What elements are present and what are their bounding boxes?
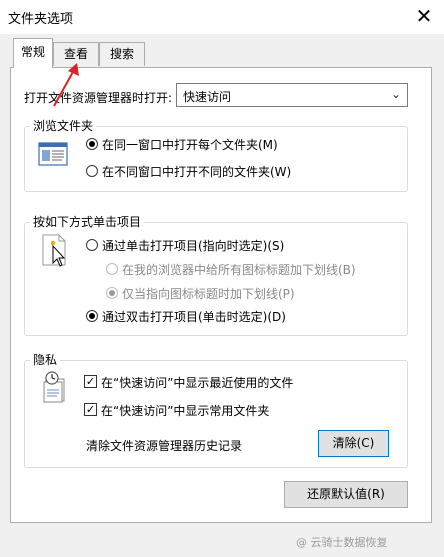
radio-single-click-label[interactable]: 通过单击打开项目(指向时选定)(S) (102, 237, 284, 254)
annotation-arrow-icon (53, 63, 79, 107)
radio-underline-all-label: 在我的浏览器中给所有图标标题加下划线(B) (122, 263, 356, 277)
radio-double-click[interactable] (86, 310, 98, 322)
open-explorer-label: 打开文件资源管理器时打开: (24, 91, 173, 105)
recent-documents-icon (40, 370, 70, 404)
chevron-down-icon: ⌄ (390, 87, 401, 101)
radio-same-window[interactable] (86, 138, 98, 150)
click-cursor-icon (40, 234, 70, 268)
radio-double-click-label[interactable]: 通过双击打开项目(单击时选定)(D) (102, 308, 286, 325)
folder-window-icon (38, 141, 68, 167)
radio-different-window-label[interactable]: 在不同窗口中打开不同的文件夹(W) (102, 163, 291, 180)
radio-underline-point-label: 仅当指向图标标题时加下划线(P) (122, 287, 295, 301)
window-title: 文件夹选项 (8, 12, 74, 27)
open-explorer-dropdown[interactable]: 快速访问 ⌄ (176, 83, 408, 107)
checkbox-frequent-folders[interactable]: ✓ (84, 403, 97, 416)
radio-single-click[interactable] (86, 239, 98, 251)
privacy-title: 隐私 (30, 351, 61, 368)
radio-underline-all (106, 263, 118, 275)
radio-underline-point (106, 287, 118, 299)
radio-same-window-label[interactable]: 在同一窗口中打开每个文件夹(M) (102, 136, 278, 153)
radio-different-window[interactable] (86, 165, 98, 177)
restore-defaults-button[interactable]: 还原默认值(R) (284, 481, 408, 508)
checkbox-frequent-folders-label[interactable]: 在“快速访问”中显示常用文件夹 (101, 402, 269, 419)
checkbox-recent-files[interactable]: ✓ (84, 375, 97, 388)
browse-folders-title: 浏览文件夹 (30, 117, 97, 134)
clear-history-label: 清除文件资源管理器历史记录 (86, 439, 243, 453)
tab-general[interactable]: 常规 (13, 38, 53, 68)
tab-search[interactable]: 搜索 (99, 42, 145, 66)
checkbox-recent-files-label[interactable]: 在“快速访问”中显示最近使用的文件 (101, 374, 293, 391)
click-items-title: 按如下方式单击项目 (30, 213, 145, 230)
clear-button[interactable]: 清除(C) (318, 430, 389, 457)
watermark: @ 云骑士数据恢复 (296, 536, 388, 549)
open-explorer-value: 快速访问 (183, 90, 232, 104)
close-icon[interactable]: ✕ (408, 2, 440, 30)
